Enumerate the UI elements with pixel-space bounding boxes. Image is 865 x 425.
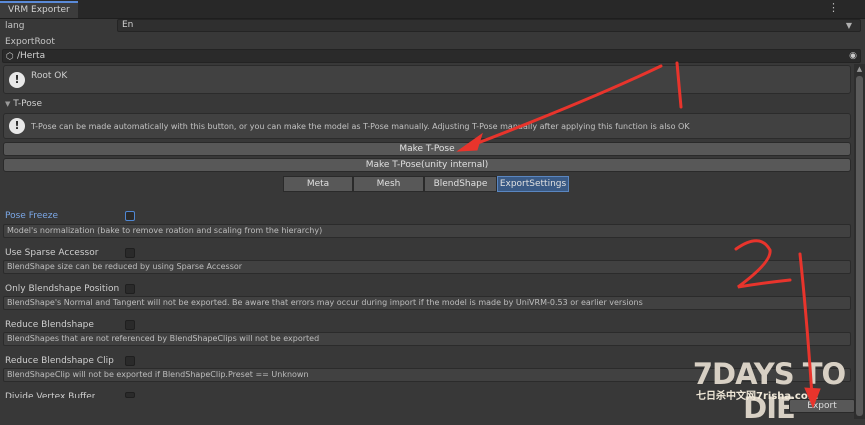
- tpose-help-box: ! T-Pose can be made automatically with …: [3, 113, 851, 139]
- export-button[interactable]: Export: [789, 399, 855, 413]
- only-blendshape-position-description: BlendShape's Normal and Tangent will not…: [3, 296, 851, 310]
- pose-freeze-label: Pose Freeze: [5, 211, 59, 221]
- info-icon: !: [9, 118, 25, 134]
- make-tpose-button[interactable]: Make T-Pose: [3, 142, 851, 156]
- reduce-blendshape-clip-label: Reduce Blendshape Clip: [5, 356, 114, 366]
- root-status-message: Root OK: [31, 71, 68, 81]
- reduce-blendshape-clip-checkbox[interactable]: [125, 356, 135, 366]
- use-sparse-accessor-description: BlendShape size can be reduced by using …: [3, 260, 851, 274]
- lang-select[interactable]: En ▼: [117, 19, 861, 32]
- tpose-help-text: T-Pose can be made automatically with th…: [31, 122, 690, 131]
- tpose-section-title: T-Pose: [13, 99, 43, 109]
- tab-export-settings[interactable]: ExportSettings: [497, 176, 569, 192]
- lang-select-value: En: [122, 20, 134, 30]
- pose-freeze-description: Model's normalization (bake to remove ro…: [3, 224, 851, 238]
- watermark-logo: 7DAYS TO DIE 七日杀中文网7risha.com: [680, 357, 858, 425]
- export-root-field[interactable]: ⬡ /Herta ◉: [2, 49, 861, 63]
- lang-label: lang: [5, 21, 25, 31]
- only-blendshape-position-label: Only Blendshape Position: [5, 284, 120, 294]
- foldout-arrow-icon: ▼: [5, 100, 11, 108]
- reduce-blendshape-description: BlendShapes that are not referenced by B…: [3, 332, 851, 346]
- export-root-value: /Herta: [17, 51, 46, 61]
- window-menu-icon[interactable]: ⋮: [828, 2, 839, 14]
- reduce-blendshape-label: Reduce Blendshape: [5, 320, 94, 330]
- gameobject-icon: ⬡: [6, 52, 14, 62]
- window-titlebar: VRM Exporter ⋮: [0, 0, 865, 19]
- root-status-box: ! Root OK: [3, 65, 851, 94]
- scroll-up-icon[interactable]: ▲: [854, 65, 865, 73]
- tpose-section-header[interactable]: ▼ T-Pose: [5, 98, 42, 110]
- use-sparse-accessor-label: Use Sparse Accessor: [5, 248, 99, 258]
- only-blendshape-position-checkbox[interactable]: [125, 284, 135, 294]
- info-icon: !: [9, 72, 25, 88]
- divide-vertex-buffer-checkbox[interactable]: [125, 392, 135, 398]
- tab-mesh[interactable]: Mesh: [353, 176, 424, 192]
- tab-blendshape[interactable]: BlendShape: [424, 176, 497, 192]
- pose-freeze-checkbox[interactable]: [125, 211, 135, 221]
- object-picker-icon[interactable]: ◉: [849, 50, 857, 62]
- tab-meta[interactable]: Meta: [283, 176, 353, 192]
- make-tpose-internal-button[interactable]: Make T-Pose(unity internal): [3, 158, 851, 172]
- divide-vertex-buffer-label: Divide Vertex Buffer: [5, 392, 96, 398]
- tab-vrm-exporter[interactable]: VRM Exporter: [0, 1, 78, 18]
- reduce-blendshape-checkbox[interactable]: [125, 320, 135, 330]
- chevron-down-icon: ▼: [845, 21, 852, 30]
- use-sparse-accessor-checkbox[interactable]: [125, 248, 135, 258]
- export-root-label: ExportRoot: [5, 37, 55, 47]
